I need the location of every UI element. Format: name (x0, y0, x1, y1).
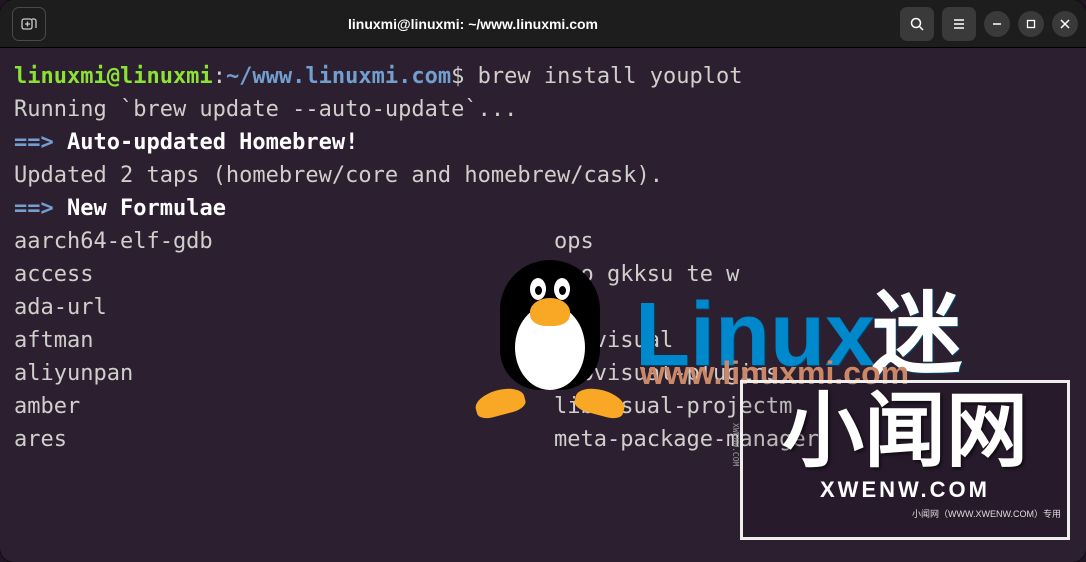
formulae-row: aarch64-elf-gdbops (14, 225, 1072, 258)
close-button[interactable] (1052, 11, 1078, 37)
prompt-path: ~/www.linuxmi.com (226, 64, 451, 89)
minimize-icon (992, 19, 1002, 29)
maximize-icon (1026, 19, 1036, 29)
titlebar: linuxmi@linuxmi: ~/www.linuxmi.com (0, 0, 1086, 48)
prompt-dollar: $ (451, 64, 464, 89)
output-new-formulae-header: ==> New Formulae (14, 192, 1072, 225)
formulae-row: amberlibvisual-projectm (14, 390, 1072, 423)
close-icon (1060, 19, 1070, 29)
hamburger-icon (951, 16, 967, 32)
terminal-window: linuxmi@linuxmi: ~/www.linuxmi.com (0, 0, 1086, 562)
minimize-button[interactable] (984, 11, 1010, 37)
window-title: linuxmi@linuxmi: ~/www.linuxmi.com (348, 16, 598, 32)
terminal-output[interactable]: linuxmi@linuxmi:~/www.linuxmi.com$ brew … (0, 48, 1086, 562)
prompt-line: linuxmi@linuxmi:~/www.linuxmi.com$ brew … (14, 60, 1072, 93)
new-tab-icon (21, 16, 37, 32)
new-tab-button[interactable] (12, 7, 46, 41)
maximize-button[interactable] (1018, 11, 1044, 37)
formulae-row: aresmeta-package-manager (14, 423, 1072, 456)
output-updated-taps: Updated 2 taps (homebrew/core and homebr… (14, 159, 1072, 192)
prompt-colon: : (213, 64, 226, 89)
formulae-row: aftmanlibvisual (14, 324, 1072, 357)
prompt-user-host: linuxmi@linuxmi (14, 64, 213, 89)
search-icon (909, 16, 925, 32)
formulae-row: accessgeo gkksu te w (14, 258, 1072, 291)
output-auto-updated: ==> Auto-updated Homebrew! (14, 126, 1072, 159)
menu-button[interactable] (942, 7, 976, 41)
output-running: Running `brew update --auto-update`... (14, 93, 1072, 126)
formulae-row: aliyunpanlibvisual-plugins (14, 357, 1072, 390)
command-text: brew install youplot (478, 64, 743, 89)
formulae-row: ada-url (14, 291, 1072, 324)
search-button[interactable] (900, 7, 934, 41)
